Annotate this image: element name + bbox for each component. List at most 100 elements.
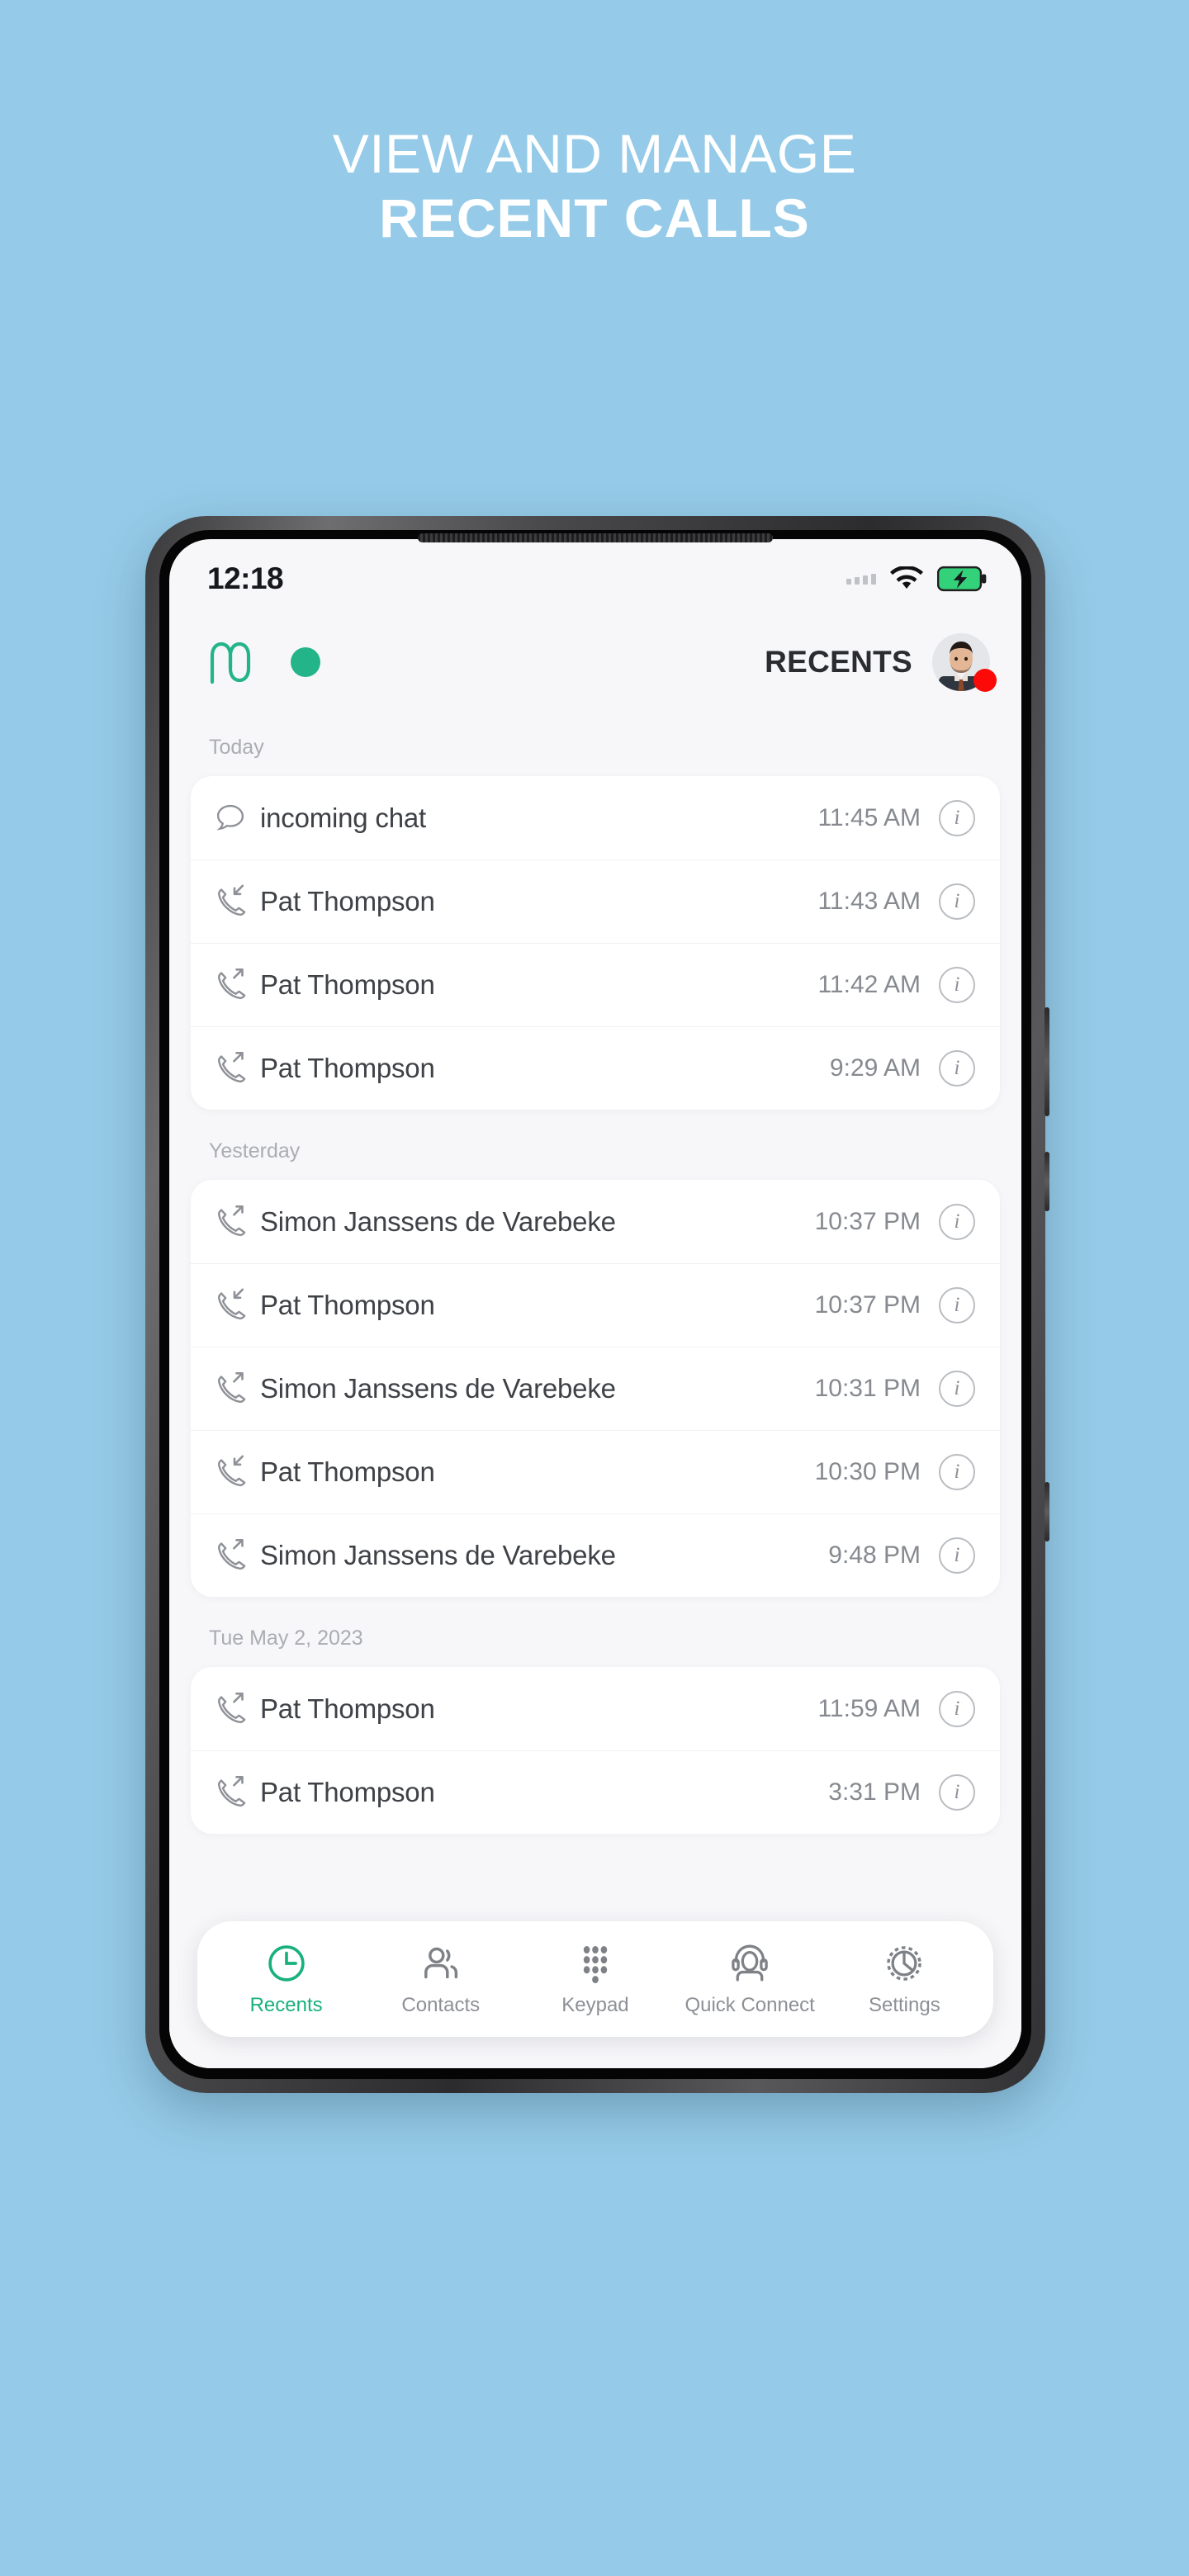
call-name: Pat Thompson <box>260 1777 435 1807</box>
nav-item-recents[interactable]: Recents <box>213 1942 360 2017</box>
call-name: Simon Janssens de Varebeke <box>260 1373 616 1404</box>
info-icon[interactable]: i <box>939 1287 975 1324</box>
info-icon[interactable]: i <box>939 883 975 920</box>
call-row[interactable]: Pat Thompson 10:30 PM i <box>191 1430 1000 1513</box>
section-label-yesterday: Yesterday <box>209 1139 301 1163</box>
call-time: 10:30 PM <box>814 1458 921 1485</box>
info-icon[interactable]: i <box>939 1454 975 1490</box>
section-card-today: incoming chat 11:45 AM i Pat Thompson 11… <box>191 776 1000 1110</box>
keypad-icon <box>574 1942 617 1985</box>
mc-logo-icon <box>209 639 265 685</box>
call-time: 9:29 AM <box>829 1054 921 1082</box>
status-bar-time: 12:18 <box>207 561 284 595</box>
call-name: Pat Thompson <box>260 1053 435 1083</box>
page-title: RECENTS <box>765 645 912 679</box>
call-name: Pat Thompson <box>260 886 435 916</box>
call-time: 10:37 PM <box>814 1291 921 1319</box>
call-name: Pat Thompson <box>260 1693 435 1724</box>
call-time: 11:59 AM <box>817 1694 921 1722</box>
call-row[interactable]: Simon Janssens de Varebeke 9:48 PM i <box>191 1513 1000 1597</box>
call-row[interactable]: Pat Thompson 11:59 AM i <box>191 1667 1000 1750</box>
clock-icon <box>265 1942 308 1985</box>
header-right-group: RECENTS <box>765 633 997 692</box>
call-row[interactable]: Pat Thompson 11:43 AM i <box>191 859 1000 943</box>
info-icon[interactable]: i <box>939 799 975 836</box>
phone-mockup: 12:18 RECENTS Today incoming chat 11:45 … <box>145 516 1049 2093</box>
call-outgoing-icon <box>212 1537 260 1574</box>
signal-dots-icon <box>846 573 876 585</box>
info-icon[interactable]: i <box>939 1774 975 1811</box>
nav-item-quick-connect[interactable]: Quick Connect <box>676 1942 823 2017</box>
call-name: Simon Janssens de Varebeke <box>260 1205 616 1237</box>
info-icon[interactable]: i <box>939 1537 975 1574</box>
nav-label: Quick Connect <box>685 1993 815 2016</box>
battery-charging-icon <box>937 566 987 592</box>
nav-label: Recents <box>249 1993 323 2016</box>
nav-item-contacts[interactable]: Contacts <box>367 1942 514 2017</box>
call-name: incoming chat <box>260 802 427 833</box>
section-card-date: Pat Thompson 11:59 AM i Pat Thompson 3:3… <box>191 1667 1000 1834</box>
chat-bubble-icon <box>212 800 260 836</box>
phone-bezel: 12:18 RECENTS Today incoming chat 11:45 … <box>159 530 1031 2079</box>
nav-label: Contacts <box>401 1993 481 2016</box>
call-row[interactable]: Simon Janssens de Varebeke 10:37 PM i <box>191 1180 1000 1263</box>
phone-volume-button[interactable] <box>1045 1007 1049 1116</box>
earpiece-speaker <box>418 533 773 542</box>
promo-headline-line1: VIEW AND MANAGE <box>332 123 857 184</box>
status-bar: 12:18 <box>169 539 1021 618</box>
status-bar-icons <box>846 566 987 592</box>
avatar[interactable] <box>932 633 997 692</box>
call-outgoing-icon <box>212 1773 260 1811</box>
phone-screen: 12:18 RECENTS Today incoming chat 11:45 … <box>169 539 1021 2068</box>
info-icon[interactable]: i <box>939 1690 975 1727</box>
promo-headline: VIEW AND MANAGE RECENT CALLS <box>0 122 1189 251</box>
call-outgoing-icon <box>212 1203 260 1241</box>
call-name: Pat Thompson <box>260 1456 435 1487</box>
call-name: Simon Janssens de Varebeke <box>260 1540 616 1570</box>
section-card-yesterday: Simon Janssens de Varebeke 10:37 PM i Pa… <box>191 1180 1000 1597</box>
nav-item-settings[interactable]: Settings <box>831 1942 978 2017</box>
section-label-date: Tue May 2, 2023 <box>209 1627 363 1650</box>
recents-list[interactable]: Today incoming chat 11:45 AM i Pat Thomp… <box>169 706 1021 2068</box>
nav-label: Settings <box>868 1993 940 2016</box>
call-time: 11:45 AM <box>817 803 921 831</box>
gear-icon <box>883 1942 926 1985</box>
call-row[interactable]: incoming chat 11:45 AM i <box>191 776 1000 859</box>
app-header: RECENTS <box>169 618 1021 706</box>
call-row[interactable]: Pat Thompson 11:42 AM i <box>191 943 1000 1026</box>
call-name: Pat Thompson <box>260 1290 435 1320</box>
call-time: 10:31 PM <box>814 1375 921 1402</box>
phone-side-button[interactable] <box>1045 1482 1049 1541</box>
bottom-navigation: Recents Contacts Keypad Quick Connect Se… <box>197 1921 993 2037</box>
notification-badge <box>973 669 997 692</box>
phone-power-button[interactable] <box>1045 1152 1049 1211</box>
call-row[interactable]: Simon Janssens de Varebeke 10:31 PM i <box>191 1347 1000 1430</box>
headset-user-icon <box>728 1942 771 1985</box>
call-outgoing-icon <box>212 1690 260 1728</box>
section-label-today: Today <box>209 736 264 759</box>
info-icon[interactable]: i <box>939 1203 975 1240</box>
call-outgoing-icon <box>212 966 260 1004</box>
call-row[interactable]: Pat Thompson 3:31 PM i <box>191 1750 1000 1834</box>
call-row[interactable]: Pat Thompson 9:29 AM i <box>191 1026 1000 1110</box>
info-icon[interactable]: i <box>939 1371 975 1407</box>
call-outgoing-icon <box>212 1370 260 1408</box>
call-name: Pat Thompson <box>260 969 435 1000</box>
call-time: 11:42 AM <box>817 971 921 998</box>
call-row[interactable]: Pat Thompson 10:37 PM i <box>191 1263 1000 1347</box>
wifi-icon <box>890 566 923 591</box>
info-icon[interactable]: i <box>939 967 975 1003</box>
info-icon[interactable]: i <box>939 1050 975 1087</box>
call-time: 11:43 AM <box>817 888 921 915</box>
call-time: 9:48 PM <box>828 1541 921 1569</box>
call-incoming-icon <box>212 1453 260 1491</box>
promo-headline-line2: RECENT CALLS <box>379 187 810 249</box>
call-time: 10:37 PM <box>814 1207 921 1235</box>
contacts-icon <box>419 1942 462 1985</box>
call-time: 3:31 PM <box>828 1778 921 1806</box>
nav-label: Keypad <box>561 1993 629 2016</box>
brand-group <box>209 639 320 685</box>
call-incoming-icon <box>212 1286 260 1324</box>
nav-item-keypad[interactable]: Keypad <box>522 1942 669 2017</box>
call-incoming-icon <box>212 883 260 921</box>
